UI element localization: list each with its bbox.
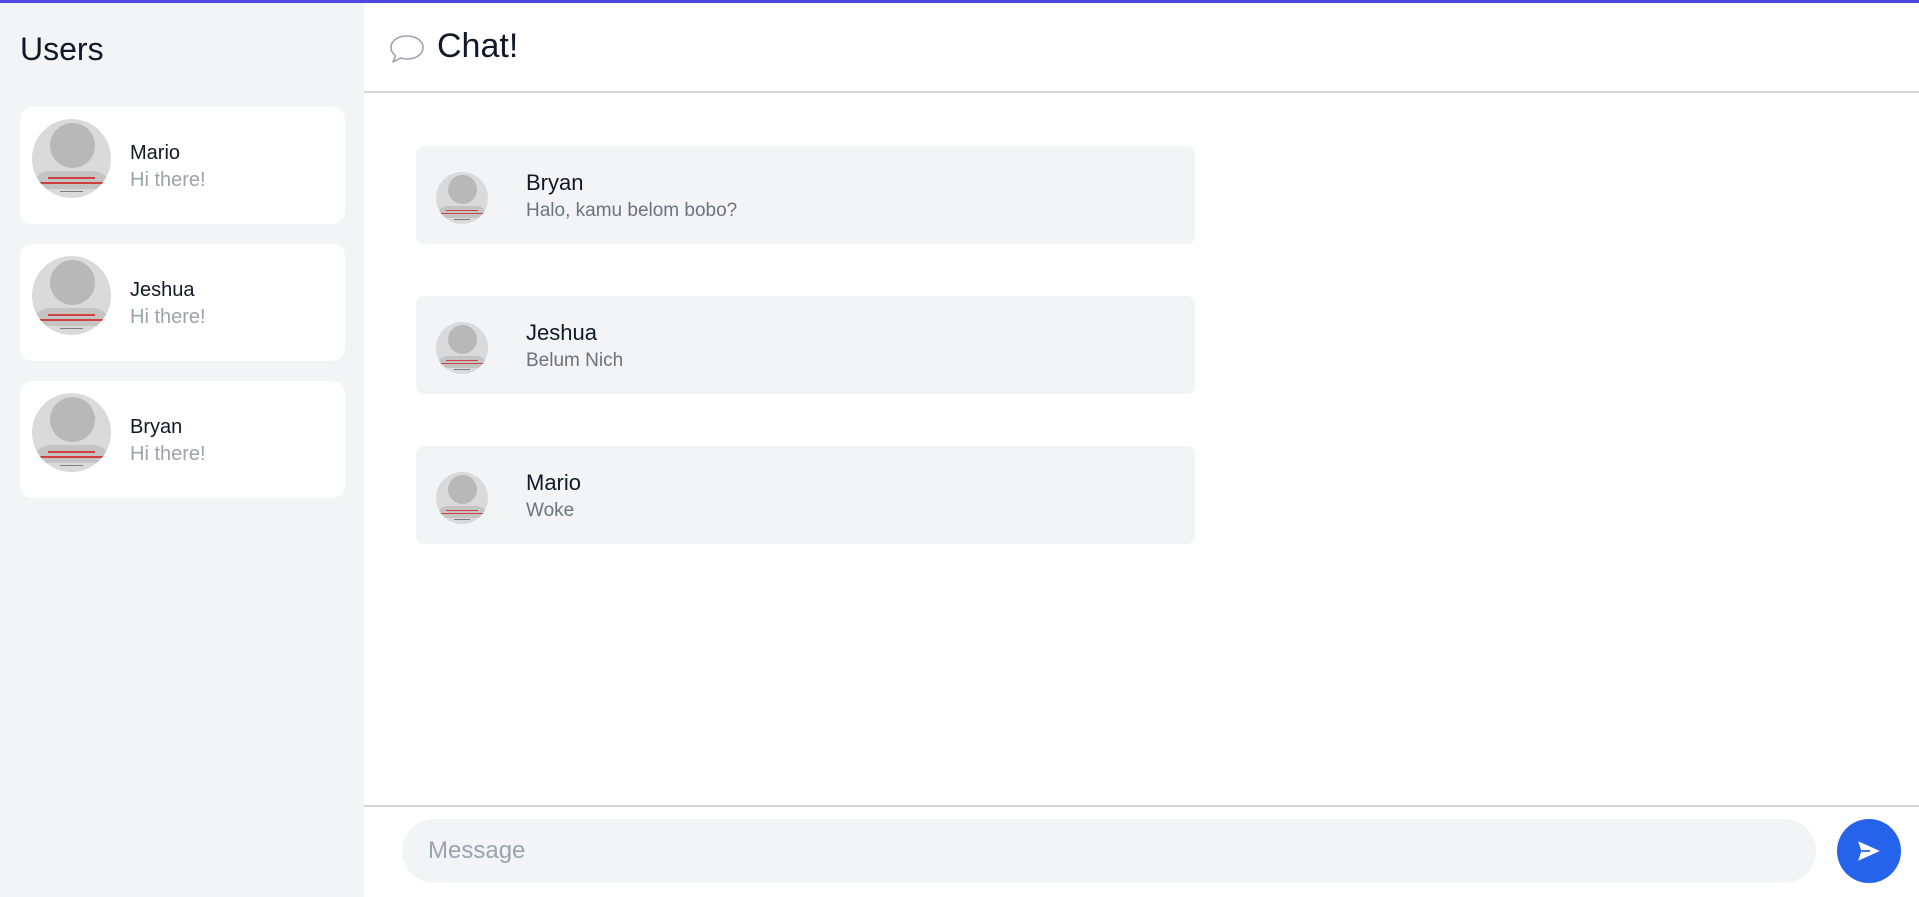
user-name: Jeshua	[130, 279, 195, 301]
chat-panel: Chat! Bryan Halo, kamu belom bobo? Jeshu…	[364, 3, 1919, 897]
avatar	[32, 119, 111, 198]
user-card-bryan[interactable]: Bryan Hi there!	[20, 381, 345, 498]
message-item: Mario Woke	[416, 446, 1195, 544]
send-icon	[1858, 841, 1880, 861]
user-card-mario[interactable]: Mario Hi there!	[20, 107, 345, 224]
user-last-message: Hi there!	[130, 443, 206, 465]
user-last-message: Hi there!	[130, 306, 206, 328]
message-text: Belum Nich	[526, 350, 624, 371]
chat-bubble-icon	[390, 35, 424, 63]
message-sender: Mario	[526, 470, 582, 495]
user-last-message: Hi there!	[130, 169, 206, 191]
avatar	[32, 393, 111, 472]
user-name: Mario	[130, 142, 181, 164]
avatar	[436, 172, 488, 224]
user-name: Bryan	[130, 416, 183, 438]
message-input[interactable]	[402, 819, 1816, 883]
message-sender: Jeshua	[526, 320, 597, 345]
users-sidebar: Users Mario Hi there! Jeshua Hi there! B…	[0, 3, 364, 897]
chat-header: Chat!	[364, 3, 1919, 93]
chat-title: Chat!	[437, 27, 519, 65]
sidebar-title: Users	[20, 31, 104, 67]
user-card-jeshua[interactable]: Jeshua Hi there!	[20, 244, 345, 361]
message-item: Jeshua Belum Nich	[416, 296, 1195, 394]
message-item: Bryan Halo, kamu belom bobo?	[416, 146, 1195, 244]
avatar	[436, 472, 488, 524]
avatar	[436, 322, 488, 374]
send-button[interactable]	[1837, 819, 1901, 883]
chat-app: Users Mario Hi there! Jeshua Hi there! B…	[0, 3, 1919, 897]
message-text: Halo, kamu belom bobo?	[526, 200, 738, 221]
avatar	[32, 256, 111, 335]
message-composer	[364, 805, 1919, 897]
message-sender: Bryan	[526, 170, 584, 195]
message-text: Woke	[526, 500, 575, 521]
